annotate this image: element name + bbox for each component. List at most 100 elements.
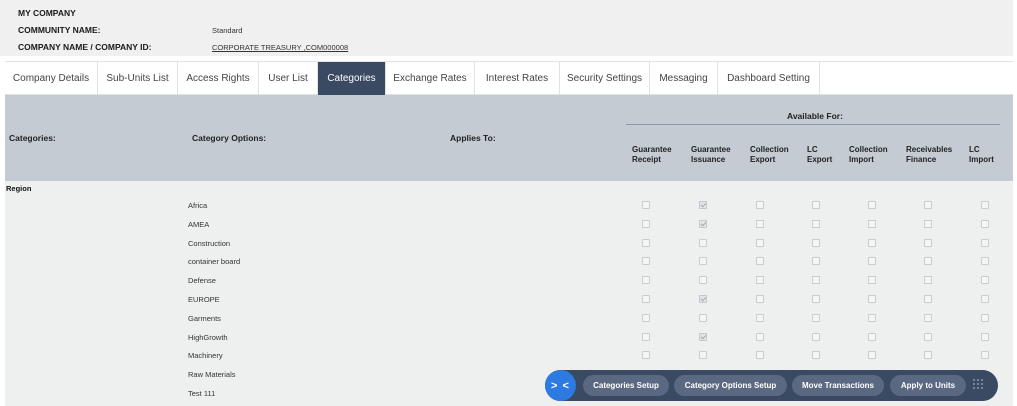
company-id-link[interactable]: CORPORATE TREASURY ,COM000008 xyxy=(212,43,348,52)
grip-dots-icon[interactable] xyxy=(973,379,985,391)
categories-header: Categories: xyxy=(9,133,56,143)
checkbox-guarantee-issuance[interactable] xyxy=(699,351,707,360)
community-row: COMMUNITY NAME: Standard xyxy=(18,25,242,35)
checkbox-receivables-finance[interactable] xyxy=(924,219,932,228)
category-option-label: Raw Materials xyxy=(188,370,236,380)
checkbox-lc-export[interactable] xyxy=(812,276,820,285)
checkbox-receivables-finance[interactable] xyxy=(924,257,932,266)
tab-exchange-rates[interactable]: Exchange Rates xyxy=(386,62,475,95)
checkbox-lc-export[interactable] xyxy=(812,313,820,322)
checkbox-collection-export[interactable] xyxy=(756,313,764,322)
checkbox-guarantee-issuance[interactable] xyxy=(699,295,707,303)
checkbox-lc-import[interactable] xyxy=(981,332,989,341)
apply-to-units-button[interactable]: Apply to Units xyxy=(890,375,966,396)
tab-company-details[interactable]: Company Details xyxy=(5,62,98,95)
checkbox-collection-import[interactable] xyxy=(868,238,876,247)
checkbox-lc-import[interactable] xyxy=(981,351,989,360)
tab-interest-rates[interactable]: Interest Rates xyxy=(475,62,560,95)
table-row: Machinery xyxy=(5,347,1013,366)
checkbox-guarantee-receipt[interactable] xyxy=(642,201,650,209)
checkbox-lc-export[interactable] xyxy=(812,295,820,303)
checkbox-guarantee-issuance[interactable] xyxy=(699,219,707,228)
checkbox-collection-export[interactable] xyxy=(756,201,764,209)
tab-messaging[interactable]: Messaging xyxy=(650,62,718,95)
applies-to-header: Applies To: xyxy=(450,133,496,143)
checkbox-receivables-finance[interactable] xyxy=(924,201,932,209)
checkbox-guarantee-receipt[interactable] xyxy=(642,276,650,285)
categories-setup-button[interactable]: Categories Setup xyxy=(583,375,669,396)
checkbox-collection-import[interactable] xyxy=(868,295,876,303)
checkbox-collection-export[interactable] xyxy=(756,219,764,228)
checkbox-collection-import[interactable] xyxy=(868,201,876,209)
checkbox-lc-export[interactable] xyxy=(812,257,820,266)
checkbox-lc-import[interactable] xyxy=(981,295,989,303)
checkbox-guarantee-receipt[interactable] xyxy=(642,313,650,322)
checkbox-lc-import[interactable] xyxy=(981,276,989,285)
tab-dashboard-setting[interactable]: Dashboard Setting xyxy=(718,62,820,95)
category-option-label: HighGrowth xyxy=(188,332,228,342)
checkbox-guarantee-receipt[interactable] xyxy=(642,219,650,228)
checkbox-guarantee-receipt[interactable] xyxy=(642,238,650,247)
chevron-right-left-icon[interactable]: > < xyxy=(545,370,576,401)
checkbox-guarantee-issuance[interactable] xyxy=(699,313,707,322)
checkbox-collection-export[interactable] xyxy=(756,332,764,341)
checkbox-lc-export[interactable] xyxy=(812,219,820,228)
category-option-label: AMEA xyxy=(188,219,210,229)
tab-access-rights[interactable]: Access Rights xyxy=(178,62,259,95)
checkbox-collection-import[interactable] xyxy=(868,219,876,228)
checkbox-collection-export[interactable] xyxy=(756,351,764,360)
checkbox-collection-export[interactable] xyxy=(756,295,764,303)
company-info-panel: MY COMPANY COMMUNITY NAME: Standard COMP… xyxy=(0,0,1013,56)
category-option-label: Machinery xyxy=(188,351,223,361)
tab-categories[interactable]: Categories xyxy=(318,62,386,95)
tab-sub-units-list[interactable]: Sub-Units List xyxy=(98,62,178,95)
col-guarantee-issuance: Guarantee Issuance xyxy=(691,145,731,164)
checkbox-lc-export[interactable] xyxy=(812,351,820,360)
community-label: COMMUNITY NAME: xyxy=(18,25,101,35)
checkbox-lc-export[interactable] xyxy=(812,201,820,209)
checkbox-receivables-finance[interactable] xyxy=(924,351,932,360)
category-option-label: Defense xyxy=(188,276,216,286)
checkbox-guarantee-receipt[interactable] xyxy=(642,332,650,341)
table-row: Africa xyxy=(5,197,1013,216)
checkbox-receivables-finance[interactable] xyxy=(924,295,932,303)
checkbox-lc-import[interactable] xyxy=(981,257,989,266)
checkbox-lc-import[interactable] xyxy=(981,201,989,209)
checkbox-guarantee-receipt[interactable] xyxy=(642,351,650,360)
category-option-label: Construction xyxy=(188,238,231,248)
checkbox-collection-import[interactable] xyxy=(868,351,876,360)
community-value: Standard xyxy=(212,25,243,35)
checkbox-lc-export[interactable] xyxy=(812,332,820,341)
col-receivables-finance: Receivables Finance xyxy=(906,145,953,164)
checkbox-lc-import[interactable] xyxy=(981,238,989,247)
checkbox-lc-export[interactable] xyxy=(812,238,820,247)
category-option-label: Test 111 xyxy=(188,389,216,398)
checkbox-guarantee-receipt[interactable] xyxy=(642,257,650,266)
action-bar: > < Categories Setup Category Options Se… xyxy=(545,370,998,401)
checkbox-collection-export[interactable] xyxy=(756,276,764,285)
checkbox-collection-import[interactable] xyxy=(868,332,876,341)
checkbox-receivables-finance[interactable] xyxy=(924,332,932,341)
checkbox-collection-import[interactable] xyxy=(868,313,876,322)
checkbox-receivables-finance[interactable] xyxy=(924,238,932,247)
checkbox-lc-import[interactable] xyxy=(981,219,989,228)
checkbox-guarantee-issuance[interactable] xyxy=(699,276,707,285)
tab-user-list[interactable]: User List xyxy=(259,62,318,95)
checkbox-collection-export[interactable] xyxy=(756,257,764,266)
category-options-setup-button[interactable]: Category Options Setup xyxy=(674,375,787,396)
checkbox-guarantee-issuance[interactable] xyxy=(699,238,707,247)
available-for-header: Available For: xyxy=(787,111,843,121)
checkbox-collection-import[interactable] xyxy=(868,257,876,266)
checkbox-guarantee-issuance[interactable] xyxy=(699,257,707,266)
checkbox-collection-import[interactable] xyxy=(868,276,876,285)
checkbox-receivables-finance[interactable] xyxy=(924,276,932,285)
move-transactions-button[interactable]: Move Transactions xyxy=(792,375,884,396)
checkbox-receivables-finance[interactable] xyxy=(924,313,932,322)
checkbox-guarantee-issuance[interactable] xyxy=(699,332,707,341)
tab-security-settings[interactable]: Security Settings xyxy=(560,62,650,95)
checkbox-guarantee-receipt[interactable] xyxy=(642,295,650,303)
checkbox-collection-export[interactable] xyxy=(756,238,764,247)
checkbox-guarantee-issuance[interactable] xyxy=(699,201,707,209)
col-lc-import: LC Import xyxy=(969,145,994,164)
checkbox-lc-import[interactable] xyxy=(981,313,989,322)
